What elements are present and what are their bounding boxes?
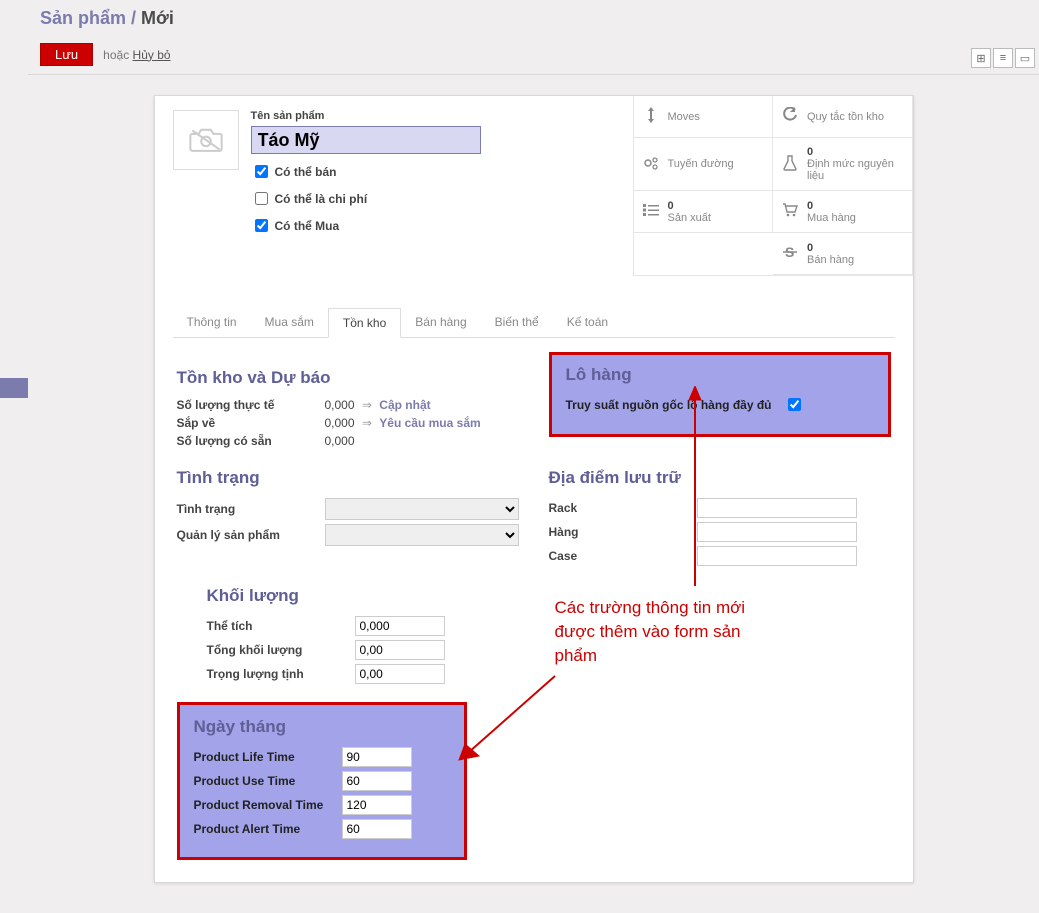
life-time-label: Product Life Time [194, 750, 334, 764]
tab-variants[interactable]: Biến thể [481, 308, 553, 338]
stat-manufacturing[interactable]: 0Sản xuất [634, 191, 774, 233]
net-weight-label: Trọng lượng tịnh [207, 667, 347, 681]
form-view-button[interactable]: ▭ [1015, 48, 1035, 68]
removal-time-input[interactable] [342, 795, 412, 815]
tab-procurement[interactable]: Mua sắm [251, 308, 328, 338]
volume-label: Thể tích [207, 619, 347, 633]
stat-routes[interactable]: Tuyến đường [634, 138, 774, 191]
tabs: Thông tin Mua sắm Tồn kho Bán hàng Biến … [173, 307, 895, 338]
section-inventory-forecast: Tồn kho và Dự báo [177, 368, 519, 388]
volume-input[interactable] [355, 616, 445, 636]
section-status: Tình trạng [177, 468, 519, 488]
breadcrumb-current: Mới [141, 8, 174, 28]
row-label: Hàng [549, 525, 689, 539]
incoming-value: 0,000 [325, 416, 355, 430]
gross-weight-input[interactable] [355, 640, 445, 660]
can-buy-label: Có thể Mua [275, 219, 340, 233]
can-buy-checkbox[interactable] [255, 219, 268, 232]
lot-section-highlight: Lô hàng Truy suất nguồn gốc lô hàng đầy … [549, 352, 891, 437]
removal-time-label: Product Removal Time [194, 798, 334, 812]
view-switcher: ⊞ ≡ ▭ [971, 48, 1035, 68]
kanban-view-button[interactable]: ⊞ [971, 48, 991, 68]
product-image[interactable] [173, 110, 239, 170]
alert-time-input[interactable] [342, 819, 412, 839]
section-lot: Lô hàng [566, 365, 874, 385]
list-view-button[interactable]: ≡ [993, 48, 1013, 68]
alert-time-label: Product Alert Time [194, 822, 334, 836]
incoming-label: Sắp về [177, 416, 317, 430]
qty-onhand-label: Số lượng thực tế [177, 398, 317, 412]
product-manager-label: Quản lý sản phẩm [177, 528, 317, 542]
use-time-label: Product Use Time [194, 774, 334, 788]
row-input[interactable] [697, 522, 857, 542]
stat-reorder-rules[interactable]: Quy tắc tồn kho [773, 96, 913, 138]
cogs-icon [642, 156, 660, 173]
can-sell-label: Có thể bán [275, 165, 337, 179]
stat-moves[interactable]: Moves [634, 96, 774, 138]
control-bar: Sản phẩm / Mới Lưu hoặc Hủy bỏ ⊞ ≡ ▭ [28, 0, 1039, 75]
section-storage: Địa điểm lưu trữ [549, 468, 891, 488]
cart-icon [781, 203, 799, 220]
qty-onhand-value: 0,000 [325, 398, 355, 412]
flask-icon [781, 155, 799, 174]
full-trace-checkbox[interactable] [788, 398, 801, 411]
product-name-label: Tên sản phẩm [251, 110, 481, 122]
rack-input[interactable] [697, 498, 857, 518]
tab-info[interactable]: Thông tin [173, 308, 251, 338]
refresh-icon [781, 107, 799, 126]
discard-link[interactable]: Hủy bỏ [133, 48, 171, 62]
left-rail-tab[interactable] [0, 378, 28, 398]
case-label: Case [549, 549, 689, 563]
list-icon [642, 204, 660, 219]
section-weight: Khối lượng [207, 586, 891, 606]
section-dates: Ngày tháng [194, 717, 450, 737]
save-button[interactable]: Lưu [40, 43, 93, 66]
update-qty-link[interactable]: Cập nhật [379, 398, 430, 412]
can-sell-checkbox[interactable] [255, 165, 268, 178]
tab-sales[interactable]: Bán hàng [401, 308, 480, 338]
stat-sales[interactable]: S 0Bán hàng [773, 233, 913, 275]
stat-buttons: Moves Quy tắc tồn kho Tuyến đường [633, 96, 913, 276]
breadcrumb-root[interactable]: Sản phẩm [40, 8, 126, 28]
stat-bom[interactable]: 0Định mức nguyên liệu [773, 138, 913, 191]
tab-inventory[interactable]: Tồn kho [328, 308, 401, 338]
breadcrumb: Sản phẩm / Mới [40, 8, 1027, 29]
rack-label: Rack [549, 501, 689, 515]
can-expense-checkbox[interactable] [255, 192, 268, 205]
use-time-input[interactable] [342, 771, 412, 791]
available-label: Số lượng có sẵn [177, 434, 317, 448]
form-sheet: Moves Quy tắc tồn kho Tuyến đường [154, 95, 914, 883]
net-weight-input[interactable] [355, 664, 445, 684]
stat-purchases[interactable]: 0Mua hàng [773, 191, 913, 233]
tab-accounting[interactable]: Kế toán [553, 308, 622, 338]
available-value: 0,000 [325, 434, 519, 448]
life-time-input[interactable] [342, 747, 412, 767]
left-rail [0, 0, 28, 913]
status-select[interactable] [325, 498, 519, 520]
status-label: Tình trạng [177, 502, 317, 516]
request-procurement-link[interactable]: Yêu cầu mua sắm [379, 416, 480, 430]
camera-icon [189, 127, 223, 153]
case-input[interactable] [697, 546, 857, 566]
product-name-input[interactable] [251, 126, 481, 154]
full-trace-label: Truy suất nguồn gốc lô hàng đầy đủ [566, 398, 772, 412]
gross-weight-label: Tổng khối lượng [207, 643, 347, 657]
arrows-v-icon [642, 107, 660, 126]
strikethrough-icon: S [781, 245, 799, 262]
product-manager-select[interactable] [325, 524, 519, 546]
dates-section-highlight: Ngày tháng Product Life Time Product Use… [177, 702, 467, 860]
can-expense-label: Có thể là chi phí [275, 192, 368, 206]
